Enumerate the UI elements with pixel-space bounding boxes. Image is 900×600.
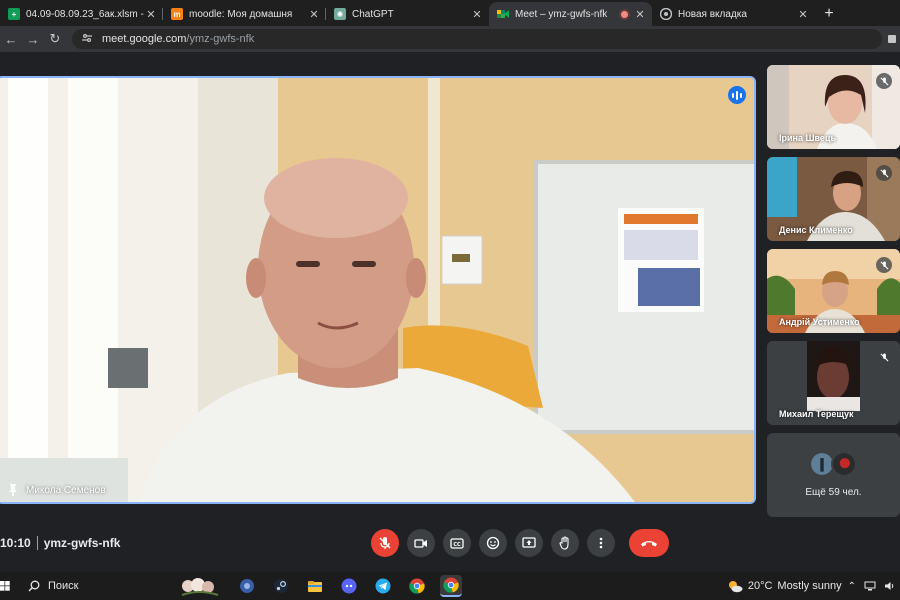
chrome-icon [660, 8, 672, 20]
hang-up-icon [641, 541, 657, 547]
present-screen-button[interactable] [515, 529, 543, 557]
more-options-button[interactable] [587, 529, 615, 557]
sheets-icon: + [8, 8, 20, 20]
network-icon[interactable] [864, 581, 876, 591]
participant-name: Андрій Устименко [779, 317, 860, 327]
others-count: Ещё 59 чел. [805, 487, 862, 498]
captions-icon: CC [450, 538, 464, 549]
participant-name: Денис Клименко [779, 225, 853, 235]
tab-moodle[interactable]: m moodle: Моя домашня ✕ [163, 2, 326, 26]
camera-icon [414, 539, 427, 548]
tab-chatgpt[interactable]: ✺ ChatGPT ✕ [326, 2, 489, 26]
meeting-code: ymz-gwfs-nfk [43, 536, 121, 550]
weather-widget[interactable]: 20°C Mostly sunny [727, 579, 842, 593]
meet-stage: Микола Семенов Ірина Швець Денис Клименк… [0, 52, 900, 572]
meeting-time: 10:10 [0, 536, 31, 550]
windows-logo-icon [0, 581, 10, 591]
participant-tile[interactable]: Ірина Швець [767, 65, 900, 149]
mic-off-icon [876, 257, 892, 273]
windows-taskbar: Поиск 20°C Mostly sunny ⌃ [0, 572, 900, 600]
system-tray: ⌃ [848, 581, 896, 592]
leave-call-button[interactable] [629, 529, 669, 557]
close-icon[interactable]: ✕ [308, 8, 320, 21]
mic-off-icon [876, 73, 892, 89]
chatgpt-icon: ✺ [334, 8, 346, 20]
url-path: /ymz-gwfs-nfk [186, 33, 255, 45]
mic-off-icon [876, 349, 892, 365]
participant-tile[interactable]: Денис Клименко [767, 157, 900, 241]
captions-button[interactable]: CC [443, 529, 471, 557]
partly-sunny-icon [728, 581, 743, 593]
raise-hand-button[interactable] [551, 529, 579, 557]
taskbar-search[interactable]: Поиск [28, 575, 168, 597]
weather-condition: Mostly sunny [777, 580, 842, 592]
forward-arrow-icon[interactable]: → [22, 32, 44, 47]
tab-title: moodle: Моя домашня [189, 8, 293, 20]
participant-name: Ірина Швець [779, 133, 837, 143]
browser-toolbar: ← → ↻ meet.google.com/ymz-gwfs-nfk [0, 26, 900, 52]
recording-indicator-icon [621, 10, 628, 18]
speaking-indicator-icon [728, 86, 746, 104]
main-video-tile[interactable]: Микола Семенов [0, 76, 756, 504]
present-screen-icon [522, 537, 536, 548]
start-button[interactable] [0, 572, 22, 600]
close-icon[interactable]: ✕ [471, 8, 483, 21]
back-arrow-icon[interactable]: ← [0, 32, 22, 47]
cast-icon[interactable] [888, 35, 896, 43]
emoji-icon [486, 536, 500, 550]
speaker-video [0, 78, 754, 502]
meet-icon [497, 8, 509, 20]
app-icon[interactable] [236, 575, 258, 597]
tab-title: Новая вкладка [678, 8, 747, 20]
tab-meet[interactable]: Meet – ymz-gwfs-nfk ✕ [489, 2, 652, 26]
new-tab-button[interactable]: + [815, 2, 843, 26]
meeting-info: 10:10 ymz-gwfs-nfk [0, 536, 120, 550]
url-host: meet.google.com [102, 33, 187, 45]
volume-icon[interactable] [884, 581, 896, 591]
avatar [831, 451, 857, 477]
pin-icon[interactable] [8, 484, 18, 496]
tab-new[interactable]: Новая вкладка ✕ [652, 2, 815, 26]
close-icon[interactable]: ✕ [797, 8, 809, 21]
camera-toggle-button[interactable] [407, 529, 435, 557]
tab-title: 04.09-08.09.23_6ак.xlsm - Googl [26, 8, 145, 20]
mic-off-icon [379, 537, 391, 549]
browser-tab-strip: + 04.09-08.09.23_6ак.xlsm - Googl ✕ m mo… [0, 0, 900, 26]
discord-icon[interactable] [338, 575, 360, 597]
call-controls: CC [371, 529, 669, 557]
participant-tile[interactable]: Михаил Терещук [767, 341, 900, 425]
flowers-widget-icon[interactable] [174, 575, 224, 597]
more-vertical-icon [599, 537, 603, 549]
search-label: Поиск [48, 580, 79, 592]
chevron-up-icon[interactable]: ⌃ [848, 581, 856, 592]
telegram-icon[interactable] [372, 575, 394, 597]
tab-title: Meet – ymz-gwfs-nfk [515, 8, 608, 20]
reload-icon[interactable]: ↻ [44, 31, 66, 47]
participant-name: Михаил Терещук [779, 409, 854, 419]
steam-icon[interactable] [270, 575, 292, 597]
close-icon[interactable]: ✕ [634, 8, 646, 21]
svg-text:CC: CC [453, 542, 461, 548]
close-icon[interactable]: ✕ [145, 8, 157, 21]
reactions-button[interactable] [479, 529, 507, 557]
more-participants-tile[interactable]: Ещё 59 чел. [767, 433, 900, 517]
search-icon [28, 580, 40, 592]
main-participant-name: Микола Семенов [26, 484, 106, 496]
chrome-icon[interactable] [406, 575, 428, 597]
participant-tile[interactable]: Андрій Устименко [767, 249, 900, 333]
moodle-icon: m [171, 8, 183, 20]
weather-temperature: 20°C [747, 580, 773, 592]
tab-title: ChatGPT [352, 8, 394, 20]
mic-off-icon [876, 165, 892, 181]
chrome-active-window-icon[interactable] [440, 575, 462, 597]
tab-sheets[interactable]: + 04.09-08.09.23_6ак.xlsm - Googl ✕ [0, 2, 163, 26]
microphone-toggle-button[interactable] [371, 529, 399, 557]
site-info-icon[interactable] [82, 33, 94, 45]
address-bar[interactable]: meet.google.com/ymz-gwfs-nfk [72, 29, 882, 49]
file-explorer-icon[interactable] [304, 575, 326, 597]
hand-icon [559, 536, 569, 550]
